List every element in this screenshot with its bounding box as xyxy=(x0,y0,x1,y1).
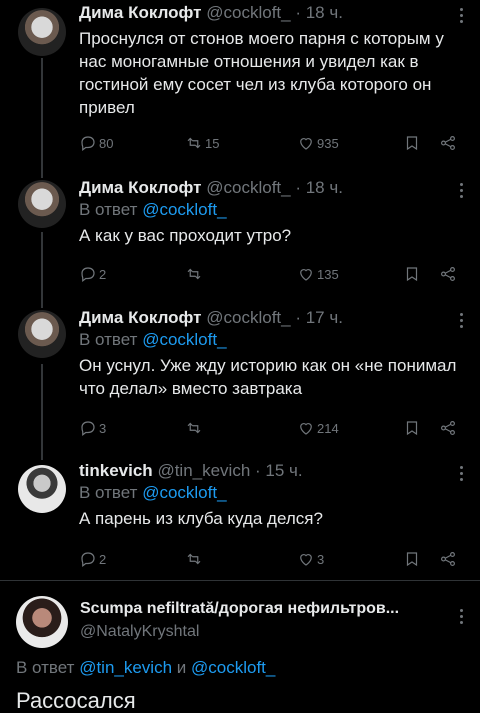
reply-prefix: В ответ xyxy=(79,200,138,219)
like-button[interactable]: 3 xyxy=(297,549,324,569)
avatar[interactable] xyxy=(18,465,66,513)
bookmark-icon xyxy=(406,267,418,282)
avatar[interactable] xyxy=(18,8,66,56)
author-name[interactable]: tinkevich xyxy=(79,461,153,480)
tweet-text: Он уснул. Уже жду историю как он «не пон… xyxy=(79,356,457,398)
more-icon[interactable] xyxy=(460,609,464,625)
focus-author-handle[interactable]: @NatalyKryshtal xyxy=(80,623,199,641)
reply-count: 2 xyxy=(99,266,107,282)
author-handle[interactable]: @cockloft_ xyxy=(206,308,290,327)
more-icon[interactable] xyxy=(460,183,464,199)
share-icon xyxy=(441,552,455,566)
author-name[interactable]: Дима Коклофт xyxy=(79,308,202,327)
tweet[interactable]: Дима Коклофт @cockloft_ · 18 ч. Проснулс… xyxy=(0,0,480,170)
share-icon xyxy=(441,267,455,281)
focus-tweet-text: Рассосался xyxy=(16,688,136,713)
bookmark-button[interactable] xyxy=(403,549,421,569)
reply-button[interactable]: 2 xyxy=(79,549,106,569)
reply-mention[interactable]: @cockloft_ xyxy=(191,658,275,677)
reply-and: и xyxy=(176,658,187,677)
like-button[interactable]: 935 xyxy=(297,133,339,153)
bookmark-button[interactable] xyxy=(403,133,421,153)
reply-icon xyxy=(81,552,95,567)
share-button[interactable] xyxy=(439,264,457,284)
reply-count: 2 xyxy=(99,551,107,567)
tweet[interactable]: Дима Коклофт @cockloft_ · 18 ч. В ответ … xyxy=(0,175,480,300)
like-count: 135 xyxy=(317,266,339,282)
focus-reply-context: В ответ @tin_kevich и @cockloft_ xyxy=(16,658,275,678)
reply-icon xyxy=(81,421,95,436)
reply-mention[interactable]: @cockloft_ xyxy=(142,330,226,349)
reply-icon xyxy=(81,267,95,282)
reply-context: В ответ @cockloft_ xyxy=(79,329,466,351)
bookmark-button[interactable] xyxy=(403,418,421,438)
like-count: 214 xyxy=(317,420,339,436)
author-handle[interactable]: @cockloft_ xyxy=(206,3,290,22)
tweet-text: А как у вас проходит утро? xyxy=(79,226,292,245)
timestamp[interactable]: · 18 ч. xyxy=(295,178,343,197)
avatar[interactable] xyxy=(18,180,66,228)
like-button[interactable]: 214 xyxy=(297,418,339,438)
tweet[interactable]: Дима Коклофт @cockloft_ · 17 ч. В ответ … xyxy=(0,305,480,450)
more-icon[interactable] xyxy=(460,313,464,329)
retweet-button[interactable] xyxy=(185,418,205,438)
share-icon xyxy=(441,136,455,150)
reply-button[interactable]: 3 xyxy=(79,418,106,438)
divider xyxy=(0,580,480,581)
like-icon xyxy=(300,138,312,150)
reply-context: В ответ @cockloft_ xyxy=(79,199,466,221)
focus-author-name[interactable]: Scumpa nefiltrată/дорогая нефильтров... xyxy=(80,600,399,618)
retweet-count: 15 xyxy=(205,135,220,151)
reply-mention[interactable]: @cockloft_ xyxy=(142,200,226,219)
like-button[interactable]: 135 xyxy=(297,264,339,284)
reply-icon xyxy=(81,136,95,151)
reply-count: 80 xyxy=(99,135,114,151)
share-icon xyxy=(441,421,455,435)
share-button[interactable] xyxy=(439,418,457,438)
like-icon xyxy=(300,269,312,281)
bookmark-icon xyxy=(406,421,418,436)
timestamp[interactable]: · 18 ч. xyxy=(295,3,343,22)
bookmark-button[interactable] xyxy=(403,264,421,284)
like-count: 935 xyxy=(317,135,339,151)
reply-button[interactable]: 2 xyxy=(79,264,106,284)
reply-button[interactable]: 80 xyxy=(79,133,113,153)
author-name[interactable]: Дима Коклофт xyxy=(79,178,202,197)
timestamp[interactable]: · 17 ч. xyxy=(295,308,343,327)
reply-count: 3 xyxy=(99,420,107,436)
reply-mention[interactable]: @cockloft_ xyxy=(142,483,226,502)
author-name[interactable]: Дима Коклофт xyxy=(79,3,202,22)
share-button[interactable] xyxy=(439,133,457,153)
retweet-button[interactable] xyxy=(185,549,205,569)
more-icon[interactable] xyxy=(460,8,464,24)
like-count: 3 xyxy=(317,551,325,567)
like-icon xyxy=(300,554,312,566)
like-icon xyxy=(300,423,312,435)
retweet-icon xyxy=(187,422,201,434)
bookmark-icon xyxy=(406,136,418,151)
retweet-icon xyxy=(187,553,201,565)
retweet-icon xyxy=(187,137,201,149)
reply-mention[interactable]: @tin_kevich xyxy=(79,658,172,677)
more-icon[interactable] xyxy=(460,466,464,482)
reply-prefix: В ответ xyxy=(79,483,138,502)
reply-prefix: В ответ xyxy=(79,330,138,349)
retweet-icon xyxy=(187,268,201,280)
tweet-text: А парень из клуба куда делся? xyxy=(79,509,323,528)
reply-prefix: В ответ xyxy=(16,658,75,677)
avatar[interactable] xyxy=(16,596,68,648)
author-handle[interactable]: @cockloft_ xyxy=(206,178,290,197)
timestamp[interactable]: · 15 ч. xyxy=(255,461,303,480)
avatar[interactable] xyxy=(18,310,66,358)
retweet-button[interactable] xyxy=(185,264,205,284)
tweet-text: Проснулся от стонов моего парня с которы… xyxy=(79,29,444,117)
bookmark-icon xyxy=(406,552,418,567)
author-handle[interactable]: @tin_kevich xyxy=(157,461,250,480)
tweet[interactable]: tinkevich @tin_kevich · 15 ч. В ответ @c… xyxy=(0,458,480,583)
share-button[interactable] xyxy=(439,549,457,569)
reply-context: В ответ @cockloft_ xyxy=(79,482,466,504)
retweet-button[interactable]: 15 xyxy=(185,133,219,153)
